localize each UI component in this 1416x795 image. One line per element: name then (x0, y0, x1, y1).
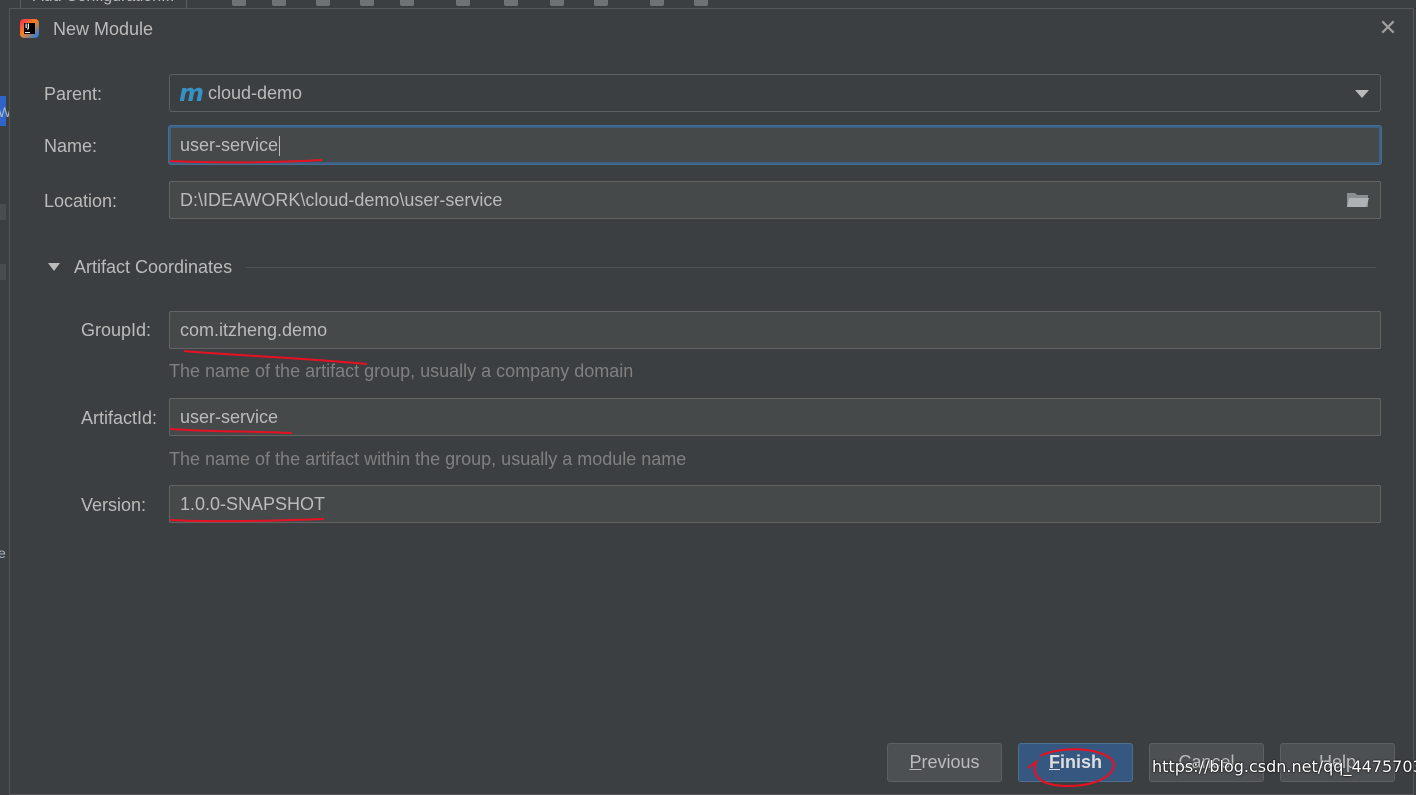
chevron-down-icon[interactable] (1355, 90, 1369, 98)
finish-button[interactable]: Finish (1018, 743, 1133, 782)
stop-icon[interactable] (400, 0, 414, 6)
location-value: D:\IDEAWORK\cloud-demo\user-service (180, 190, 503, 210)
finish-mnemonic: F (1048, 752, 1060, 772)
version-value: 1.0.0-SNAPSHOT (180, 494, 326, 514)
version-label: Version: (81, 495, 147, 515)
new-module-dialog: IJ New Module ✕ Parent: m cloud-demo Nam… (9, 8, 1414, 795)
groupid-value: com.itzheng.demo (180, 320, 328, 340)
artifactid-input[interactable]: user-service (169, 398, 1381, 436)
window-icon[interactable] (650, 0, 664, 6)
section-divider (246, 267, 1376, 268)
text-caret (279, 136, 281, 157)
side-letter: e (0, 545, 6, 561)
debug-icon[interactable] (272, 0, 286, 6)
artifactid-value: user-service (180, 407, 279, 427)
location-label: Location: (44, 191, 118, 211)
maven-m-icon: m (179, 79, 205, 107)
vcs-commit-icon[interactable] (504, 0, 518, 6)
tool-window-tab[interactable] (0, 204, 6, 220)
groupid-label: GroupId: (81, 320, 152, 340)
previous-label: revious (921, 752, 980, 772)
vcs-update-icon[interactable] (456, 0, 470, 6)
previous-button[interactable]: Previous (887, 743, 1002, 782)
groupid-hint: The name of the artifact group, usually … (169, 361, 634, 381)
finish-label: inish (1059, 752, 1102, 772)
location-input[interactable]: D:\IDEAWORK\cloud-demo\user-service (169, 181, 1381, 219)
groupid-input[interactable]: com.itzheng.demo (169, 311, 1381, 349)
parent-value: cloud-demo (208, 83, 303, 103)
close-icon[interactable]: ✕ (1377, 17, 1399, 39)
previous-mnemonic: P (909, 752, 922, 772)
search-icon[interactable] (694, 0, 708, 6)
csdn-watermark: https://blog.csdn.net/qq_44757034 (1152, 757, 1416, 776)
name-label: Name: (44, 136, 98, 156)
parent-label: Parent: (44, 84, 103, 104)
coverage-icon[interactable] (316, 0, 330, 6)
build-icon[interactable] (550, 0, 564, 6)
version-input[interactable]: 1.0.0-SNAPSHOT (169, 485, 1381, 523)
artifactid-hint: The name of the artifact within the grou… (169, 449, 687, 469)
collapse-triangle-icon[interactable] (48, 263, 60, 271)
project-structure-icon[interactable] (594, 0, 608, 6)
run-icon[interactable] (232, 0, 246, 6)
dialog-title-bar[interactable]: IJ New Module ✕ (10, 9, 1413, 49)
dialog-title: New Module (53, 19, 154, 39)
name-value: user-service (180, 135, 279, 155)
artifactid-label: ArtifactId: (81, 408, 158, 428)
section-title: Artifact Coordinates (74, 257, 233, 277)
tool-window-tab[interactable] (0, 264, 6, 280)
intellij-idea-icon: IJ (20, 19, 39, 38)
name-input[interactable]: user-service (169, 126, 1381, 164)
parent-combobox[interactable]: m cloud-demo (169, 74, 1381, 112)
folder-icon[interactable] (1346, 191, 1370, 209)
profile-icon[interactable] (360, 0, 374, 6)
